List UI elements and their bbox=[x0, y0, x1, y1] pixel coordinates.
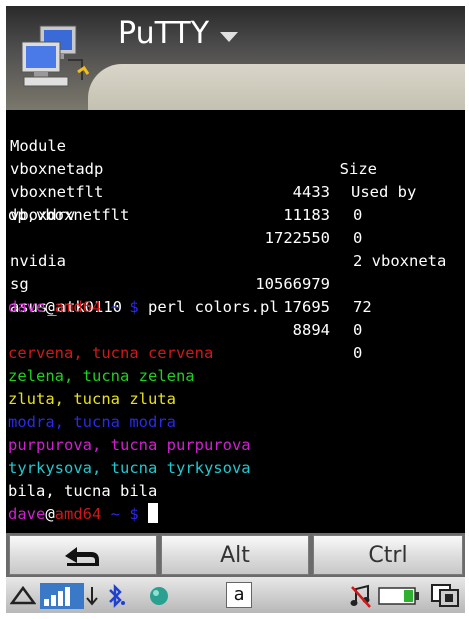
putty-computers-icon bbox=[21, 25, 90, 87]
battery-icon bbox=[378, 587, 419, 605]
network-globe-icon[interactable] bbox=[148, 585, 170, 607]
color-line-red: cervena, tucna cervena bbox=[8, 344, 214, 362]
app-switcher-icon[interactable] bbox=[430, 582, 460, 608]
app-title[interactable]: PuTTY bbox=[118, 16, 209, 51]
prompt-at: @ bbox=[45, 298, 55, 316]
color-line-cyan: tyrkysova, tucna tyrkysova bbox=[8, 459, 251, 477]
title-bar-panel bbox=[88, 64, 465, 110]
music-note-icon[interactable] bbox=[350, 583, 372, 609]
shell-prompt-line: dave@amd64 ~ $ perl colors.pl bbox=[8, 296, 279, 319]
table-row: vboxnetadp 4433 0 bbox=[10, 160, 363, 224]
bluetooth-icon[interactable] bbox=[102, 583, 128, 609]
prompt-host: amd64 bbox=[54, 298, 102, 316]
back-button[interactable] bbox=[9, 535, 157, 575]
up-arrow-icon[interactable] bbox=[10, 585, 36, 607]
key-toolbar: Alt Ctrl bbox=[6, 533, 465, 577]
module-table-header: Module Size Used by bbox=[8, 112, 416, 201]
keyboard-input-button[interactable]: a bbox=[226, 582, 252, 608]
wrapped-line: dp,vboxnetflt bbox=[8, 206, 130, 224]
prompt-command: perl colors.pl bbox=[148, 298, 279, 316]
status-bar: a bbox=[6, 577, 465, 613]
arrow-down-icon bbox=[86, 587, 98, 606]
table-row: sg 17695 0 bbox=[10, 275, 363, 339]
ctrl-key-button[interactable]: Ctrl bbox=[313, 535, 463, 575]
color-line-green: zelena, tucna zelena bbox=[8, 367, 195, 385]
title-bar: PuTTY bbox=[6, 6, 465, 110]
color-line-blue: modra, tucna modra bbox=[8, 413, 176, 431]
terminal-output[interactable]: Module Size Used by vboxnetadp 4433 0 vb… bbox=[6, 112, 465, 533]
back-arrow-icon bbox=[65, 547, 99, 566]
color-line-yellow: zluta, tucna zluta bbox=[8, 390, 176, 408]
signal-strength-icon[interactable] bbox=[40, 583, 84, 609]
text-cursor bbox=[148, 503, 159, 523]
chevron-down-icon[interactable] bbox=[218, 30, 240, 44]
shell-prompt-current: dave@amd64 ~ $ bbox=[8, 503, 159, 526]
alt-key-button[interactable]: Alt bbox=[161, 535, 309, 575]
table-row: vboxdrv 1722550 2 vboxneta bbox=[10, 206, 447, 270]
table-row: asus_atk0110 8894 0 bbox=[10, 298, 363, 362]
color-line-white: bila, tucna bila bbox=[8, 482, 158, 500]
color-line-magenta: purpurova, tucna purpurova bbox=[8, 436, 251, 454]
putty-window: PuTTY Module Size Used by vboxnetadp 443… bbox=[6, 6, 465, 613]
table-row: nvidia 10566979 72 bbox=[10, 252, 372, 316]
table-row: vboxnetflt 11183 0 bbox=[10, 183, 363, 247]
prompt-user: dave bbox=[8, 298, 46, 316]
prompt-path: ~ $ bbox=[101, 298, 149, 316]
